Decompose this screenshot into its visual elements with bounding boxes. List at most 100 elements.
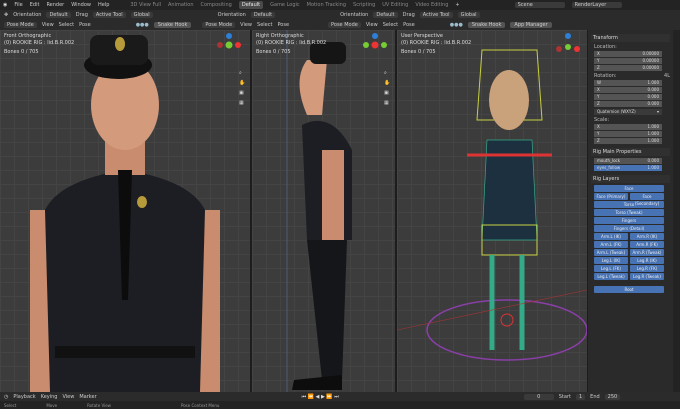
scale-x-field[interactable]: X 1.000 (594, 124, 662, 130)
mouth-lock-field[interactable]: mouth_lock 0.000 (594, 158, 662, 164)
location-x-field[interactable]: X 0.00000 (594, 51, 662, 57)
layer-arm-r-ik[interactable]: Arm.R (IK) (630, 233, 664, 240)
pan-hand-icon[interactable]: ✋ (384, 78, 390, 88)
orientation-dropdown-3[interactable]: Default (373, 12, 398, 18)
tab-animation[interactable]: Animation (168, 2, 194, 8)
pose-menu[interactable]: Pose (79, 22, 91, 28)
rotation-z-field[interactable]: Z 0.000 (594, 101, 662, 107)
rotation-y-field[interactable]: Y 0.000 (594, 94, 662, 100)
shading-icon-3[interactable]: ●●● (450, 22, 463, 28)
layer-leg-l-tweak[interactable]: Leg.L (Tweak) (594, 273, 628, 280)
pose-menu-3[interactable]: Pose (403, 22, 415, 28)
menu-file[interactable]: File (14, 2, 22, 8)
playback-controls[interactable]: ⏮ ⏪ ◀ ▶ ⏩ ⏭ (302, 394, 339, 400)
tab-motion-tracking[interactable]: Motion Tracking (307, 2, 346, 8)
tab-uv-editing[interactable]: UV Editing (382, 2, 408, 8)
layer-torso-tweak[interactable]: Torso (Tweak) (594, 209, 664, 216)
pan-hand-icon[interactable]: ✋ (239, 78, 245, 88)
layer-leg-r-ik[interactable]: Leg.R (IK) (630, 257, 664, 264)
tab-scripting[interactable]: Scripting (353, 2, 375, 8)
select-menu[interactable]: Select (59, 22, 74, 28)
rig-layers-header[interactable]: Rig Layers (591, 175, 670, 183)
mode-dropdown[interactable]: Pose Mode (4, 22, 37, 28)
orientation-dropdown-2[interactable]: Default (250, 12, 276, 18)
marker-menu[interactable]: Marker (79, 394, 96, 400)
layer-arm-l-ik[interactable]: Arm.L (IK) (594, 233, 628, 240)
snake-hook-button[interactable]: Snake Hook (153, 22, 192, 28)
layer-face[interactable]: Face (594, 185, 664, 192)
layer-face-secondary[interactable]: Face (Secondary) (630, 193, 664, 206)
zoom-icon[interactable]: ⌕ (384, 68, 390, 78)
current-frame-field[interactable]: 0 (523, 393, 554, 400)
end-frame-field[interactable]: 250 (604, 393, 621, 400)
layer-leg-r-tweak[interactable]: Leg.R (Tweak) (630, 273, 664, 280)
pose-menu-2[interactable]: Pose (277, 22, 289, 28)
location-y-field[interactable]: Y 0.00000 (594, 58, 662, 64)
tab-video-editing[interactable]: Video Editing (415, 2, 448, 8)
grid-icon[interactable]: ▦ (384, 98, 390, 108)
rotation-x-field[interactable]: X 0.000 (594, 87, 662, 93)
camera-icon[interactable]: ▣ (384, 88, 390, 98)
viewport-perspective[interactable]: User Perspective (0) ROOKIE RIG : lid.B.… (397, 30, 587, 392)
sidebar-tabs[interactable] (673, 30, 680, 392)
viewport-front[interactable]: Front Orthographic (0) ROOKIE RIG : lid.… (0, 30, 250, 392)
layer-leg-l-fk[interactable]: Leg.L (FK) (594, 265, 628, 272)
rig-main-properties-header[interactable]: Rig Main Properties (591, 148, 670, 156)
layer-fingers[interactable]: Fingers (594, 217, 664, 224)
add-workspace-icon[interactable]: + (455, 2, 459, 8)
keying-menu[interactable]: Keying (41, 394, 58, 400)
layer-leg-r-fk[interactable]: Leg.R (FK) (630, 265, 664, 272)
camera-icon[interactable]: ▣ (239, 88, 245, 98)
scale-z-field[interactable]: Z 1.000 (594, 138, 662, 144)
blender-logo-icon[interactable]: ◉ (3, 2, 7, 8)
layer-fingers-detail[interactable]: Fingers (Detail) (594, 225, 664, 232)
view-menu-2[interactable]: View (240, 22, 252, 28)
layer-face-primary[interactable]: Face (Primary) (594, 193, 628, 200)
start-frame-field[interactable]: 1 (575, 393, 586, 400)
select-menu-3[interactable]: Select (383, 22, 398, 28)
view-menu[interactable]: View (42, 22, 54, 28)
rotation-w-field[interactable]: W 1.000 (594, 80, 662, 86)
playback-menu[interactable]: Playback (13, 394, 35, 400)
global-dropdown[interactable]: Global (130, 12, 153, 18)
global-dropdown-3[interactable]: Global (457, 12, 480, 18)
tab-game-logic[interactable]: Game Logic (270, 2, 300, 8)
menu-help[interactable]: Help (98, 2, 109, 8)
view-menu-3[interactable]: View (366, 22, 378, 28)
layer-arm-r-fk[interactable]: Arm.R (FK) (630, 241, 664, 248)
app-manager-button[interactable]: App Manager (510, 22, 552, 28)
view-menu[interactable]: View (62, 394, 74, 400)
transform-panel-header[interactable]: Transform (591, 34, 670, 42)
snake-hook-button-3[interactable]: Snake Hook (467, 22, 506, 28)
layer-leg-l-ik[interactable]: Leg.L (IK) (594, 257, 628, 264)
location-z-field[interactable]: Z 0.00000 (594, 65, 662, 71)
menu-render[interactable]: Render (46, 2, 64, 8)
tab-default[interactable]: Default (238, 1, 264, 9)
navigation-gizmo[interactable] (216, 32, 242, 58)
tab-compositing[interactable]: Compositing (201, 2, 232, 8)
layer-arm-l-fk[interactable]: Arm.L (FK) (594, 241, 628, 248)
layer-arm-l-tweak[interactable]: Arm.L (Tweak) (594, 249, 628, 256)
tab-3d-view-full[interactable]: 3D View Full (130, 2, 161, 8)
grid-icon[interactable]: ▦ (239, 98, 245, 108)
viewport-right[interactable]: Right Orthographic (0) ROOKIE RIG : lid.… (252, 30, 395, 392)
active-tool-dropdown[interactable]: Active Tool (92, 12, 126, 18)
select-menu-2[interactable]: Select (257, 22, 272, 28)
menu-window[interactable]: Window (71, 2, 91, 8)
zoom-icon[interactable]: ⌕ (239, 68, 245, 78)
render-layer-selector[interactable]: RenderLayer (571, 2, 622, 8)
navigation-gizmo[interactable] (362, 32, 388, 58)
eyes-follow-slider[interactable]: eyes_follow 1.000 (594, 165, 662, 171)
layer-arm-r-tweak[interactable]: Arm.R (Tweak) (630, 249, 664, 256)
editor-type-icon[interactable]: ◷ (4, 394, 8, 400)
transform-gizmo-icon[interactable]: ✥ (4, 12, 8, 18)
orientation-dropdown[interactable]: Default (46, 12, 71, 18)
mode-dropdown-2[interactable]: Pose Mode (202, 22, 236, 28)
rotation-mode-dropdown[interactable]: Quaternion (WXYZ) ▾ (594, 109, 662, 115)
scene-selector[interactable]: Scene (514, 2, 565, 8)
active-tool-dropdown-3[interactable]: Active Tool (419, 12, 453, 18)
shading-icon[interactable]: ●●● (136, 22, 149, 28)
mode-dropdown-3[interactable]: Pose Mode (328, 22, 361, 28)
layer-root[interactable]: Root (594, 286, 664, 293)
menu-edit[interactable]: Edit (30, 2, 40, 8)
